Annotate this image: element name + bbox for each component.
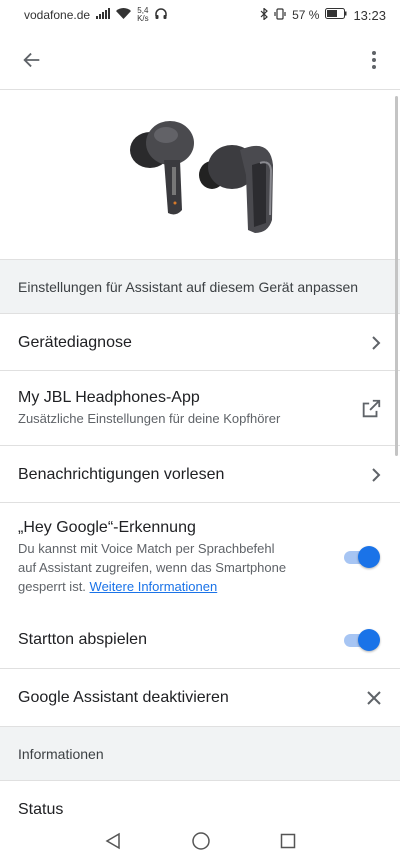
row-title: Status	[18, 801, 64, 818]
more-vert-icon	[372, 50, 376, 69]
chevron-right-icon	[372, 467, 381, 482]
start-tone-row[interactable]: Startton abspielen	[0, 611, 400, 669]
carrier-label: vodafone.de	[24, 8, 91, 22]
clock: 13:23	[353, 7, 386, 23]
section-title: Informationen	[18, 745, 104, 762]
hey-google-toggle[interactable]	[342, 546, 380, 568]
status-bar: vodafone.de 5,4 K/s 57 % 13:23	[0, 0, 400, 30]
row-title: Benachrichtigungen vorlesen	[18, 465, 225, 483]
app-bar	[0, 30, 400, 90]
row-title: Gerätediagnose	[18, 333, 132, 351]
section-title: Einstellungen für Assistant auf diesem G…	[18, 278, 359, 295]
chevron-right-icon	[372, 335, 381, 350]
row-title: Google Assistant deaktivieren	[18, 689, 229, 706]
nav-recents-button[interactable]	[280, 833, 296, 854]
jbl-earbuds-image	[130, 121, 273, 233]
row-subtitle: Zusätzliche Einstellungen für deine Kopf…	[18, 411, 281, 426]
nav-home-button[interactable]	[191, 831, 211, 856]
row-title: My JBL Headphones-App	[18, 389, 200, 406]
wifi-icon	[116, 8, 132, 22]
row-title: „Hey Google“-Erkennung	[18, 518, 196, 536]
section-header-info: Informationen	[0, 726, 400, 781]
close-icon	[367, 691, 381, 705]
device-hero	[0, 91, 400, 259]
hey-google-row[interactable]: „Hey Google“-Erkennung Du kannst mit Voi…	[0, 504, 400, 610]
network-speed: 5,4 K/s	[137, 6, 149, 23]
arrow-back-icon	[23, 52, 40, 67]
system-nav-bar	[0, 819, 400, 867]
nav-recents-icon	[280, 833, 295, 848]
device-diagnostics-row[interactable]: Gerätediagnose	[0, 315, 400, 371]
row-subtitle: Du kannst mit Voice Match per Sprachbefe…	[18, 540, 287, 594]
row-title: Startton abspielen	[18, 630, 147, 648]
headset-icon	[154, 7, 167, 23]
scrollbar[interactable]	[395, 96, 398, 456]
nav-back-icon	[105, 832, 121, 849]
nav-home-icon	[192, 831, 210, 850]
more-options-button[interactable]	[360, 46, 388, 74]
read-notifications-row[interactable]: Benachrichtigungen vorlesen	[0, 447, 400, 503]
vibrate-icon	[274, 7, 286, 23]
signal-icon	[96, 8, 111, 22]
jbl-app-row[interactable]: My JBL Headphones-App Zusätzliche Einste…	[0, 372, 400, 446]
section-header-assistant-settings: Einstellungen für Assistant auf diesem G…	[0, 259, 400, 314]
open-in-new-icon	[362, 399, 381, 417]
battery-percent: 57 %	[292, 8, 320, 22]
nav-back-button[interactable]	[104, 832, 122, 855]
deactivate-assistant-row[interactable]: Google Assistant deaktivieren	[0, 670, 400, 726]
start-tone-toggle[interactable]	[342, 628, 380, 651]
learn-more-link[interactable]: Weitere Informationen	[90, 579, 218, 594]
battery-icon	[325, 8, 347, 22]
bluetooth-icon	[260, 6, 268, 23]
back-button[interactable]	[18, 46, 46, 74]
